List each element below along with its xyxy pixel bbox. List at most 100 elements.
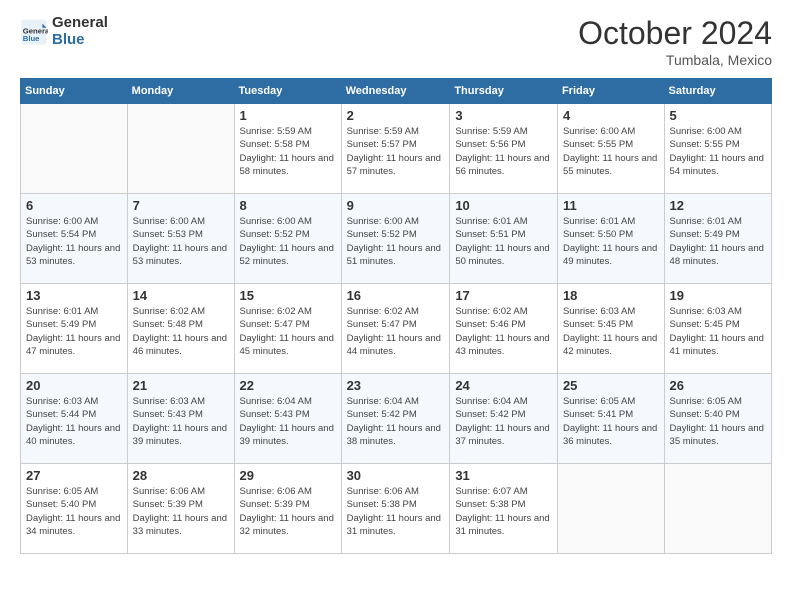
calendar-cell: 28 Sunrise: 6:06 AMSunset: 5:39 PMDayligh… (127, 464, 234, 554)
logo-line2: Blue (52, 32, 108, 49)
day-number: 19 (670, 288, 766, 303)
day-number: 3 (455, 108, 552, 123)
calendar-cell (664, 464, 771, 554)
day-number: 23 (347, 378, 445, 393)
day-info: Sunrise: 6:06 AMSunset: 5:39 PMDaylight:… (133, 485, 229, 538)
day-info: Sunrise: 6:06 AMSunset: 5:39 PMDaylight:… (240, 485, 336, 538)
title-area: October 2024 Tumbala, Mexico (578, 15, 772, 68)
day-number: 2 (347, 108, 445, 123)
logo-icon: General Blue (20, 18, 48, 46)
calendar-cell: 22 Sunrise: 6:04 AMSunset: 5:43 PMDayligh… (234, 374, 341, 464)
calendar-cell: 7 Sunrise: 6:00 AMSunset: 5:53 PMDaylight… (127, 194, 234, 284)
calendar-cell: 27 Sunrise: 6:05 AMSunset: 5:40 PMDayligh… (21, 464, 128, 554)
day-number: 11 (563, 198, 659, 213)
day-number: 22 (240, 378, 336, 393)
calendar-cell: 2Sunrise: 5:59 AMSunset: 5:57 PMDaylight… (341, 104, 450, 194)
calendar-body: 1Sunrise: 5:59 AMSunset: 5:58 PMDaylight… (21, 104, 772, 554)
calendar-header: SundayMondayTuesdayWednesdayThursdayFrid… (21, 79, 772, 104)
calendar-cell: 6Sunrise: 6:00 AMSunset: 5:54 PMDaylight… (21, 194, 128, 284)
day-number: 17 (455, 288, 552, 303)
day-info: Sunrise: 6:04 AMSunset: 5:42 PMDaylight:… (455, 395, 552, 448)
day-info: Sunrise: 6:06 AMSunset: 5:38 PMDaylight:… (347, 485, 445, 538)
logo: General Blue General Blue (20, 15, 108, 48)
header: General Blue General Blue October 2024 T… (20, 15, 772, 68)
calendar-cell: 3 Sunrise: 5:59 AMSunset: 5:56 PMDaylight… (450, 104, 558, 194)
day-number: 15 (240, 288, 336, 303)
day-info: Sunrise: 6:02 AMSunset: 5:47 PMDaylight:… (240, 305, 336, 358)
week-row-3: 20Sunrise: 6:03 AMSunset: 5:44 PMDayligh… (21, 374, 772, 464)
day-info: Sunrise: 6:04 AMSunset: 5:43 PMDaylight:… (240, 395, 336, 448)
day-info: Sunrise: 6:03 AMSunset: 5:44 PMDaylight:… (26, 395, 122, 448)
header-cell-sunday: Sunday (21, 79, 128, 104)
calendar-cell: 8 Sunrise: 6:00 AMSunset: 5:52 PMDaylight… (234, 194, 341, 284)
day-info: Sunrise: 6:00 AMSunset: 5:55 PMDaylight:… (670, 125, 766, 178)
day-info: Sunrise: 6:03 AMSunset: 5:45 PMDaylight:… (670, 305, 766, 358)
day-info: Sunrise: 6:05 AMSunset: 5:40 PMDaylight:… (26, 485, 122, 538)
day-number: 26 (670, 378, 766, 393)
calendar-cell: 15 Sunrise: 6:02 AMSunset: 5:47 PMDayligh… (234, 284, 341, 374)
week-row-1: 6Sunrise: 6:00 AMSunset: 5:54 PMDaylight… (21, 194, 772, 284)
calendar-cell: 29 Sunrise: 6:06 AMSunset: 5:39 PMDayligh… (234, 464, 341, 554)
header-cell-wednesday: Wednesday (341, 79, 450, 104)
day-number: 12 (670, 198, 766, 213)
day-number: 16 (347, 288, 445, 303)
day-number: 7 (133, 198, 229, 213)
day-info: Sunrise: 6:00 AMSunset: 5:55 PMDaylight:… (563, 125, 659, 178)
calendar-cell: 16 Sunrise: 6:02 AMSunset: 5:47 PMDayligh… (341, 284, 450, 374)
calendar-cell: 20Sunrise: 6:03 AMSunset: 5:44 PMDayligh… (21, 374, 128, 464)
day-number: 9 (347, 198, 445, 213)
calendar-cell (127, 104, 234, 194)
day-number: 4 (563, 108, 659, 123)
day-info: Sunrise: 6:00 AMSunset: 5:52 PMDaylight:… (347, 215, 445, 268)
calendar-cell: 1Sunrise: 5:59 AMSunset: 5:58 PMDaylight… (234, 104, 341, 194)
day-info: Sunrise: 6:02 AMSunset: 5:47 PMDaylight:… (347, 305, 445, 358)
day-number: 13 (26, 288, 122, 303)
calendar-cell: 9 Sunrise: 6:00 AMSunset: 5:52 PMDaylight… (341, 194, 450, 284)
calendar-cell: 10Sunrise: 6:01 AMSunset: 5:51 PMDayligh… (450, 194, 558, 284)
calendar-cell: 4 Sunrise: 6:00 AMSunset: 5:55 PMDaylight… (557, 104, 664, 194)
day-info: Sunrise: 5:59 AMSunset: 5:56 PMDaylight:… (455, 125, 552, 178)
day-info: Sunrise: 6:03 AMSunset: 5:45 PMDaylight:… (563, 305, 659, 358)
calendar-cell: 23 Sunrise: 6:04 AMSunset: 5:42 PMDayligh… (341, 374, 450, 464)
page: General Blue General Blue October 2024 T… (0, 0, 792, 612)
calendar-cell: 24 Sunrise: 6:04 AMSunset: 5:42 PMDayligh… (450, 374, 558, 464)
day-number: 1 (240, 108, 336, 123)
day-info: Sunrise: 6:02 AMSunset: 5:46 PMDaylight:… (455, 305, 552, 358)
header-cell-friday: Friday (557, 79, 664, 104)
calendar-cell: 30Sunrise: 6:06 AMSunset: 5:38 PMDayligh… (341, 464, 450, 554)
location-subtitle: Tumbala, Mexico (578, 52, 772, 68)
calendar-cell: 14 Sunrise: 6:02 AMSunset: 5:48 PMDayligh… (127, 284, 234, 374)
day-number: 25 (563, 378, 659, 393)
header-row: SundayMondayTuesdayWednesdayThursdayFrid… (21, 79, 772, 104)
day-info: Sunrise: 6:01 AMSunset: 5:50 PMDaylight:… (563, 215, 659, 268)
day-number: 5 (670, 108, 766, 123)
day-info: Sunrise: 6:01 AMSunset: 5:51 PMDaylight:… (455, 215, 552, 268)
month-title: October 2024 (578, 15, 772, 52)
calendar-cell (21, 104, 128, 194)
day-number: 29 (240, 468, 336, 483)
day-info: Sunrise: 6:00 AMSunset: 5:53 PMDaylight:… (133, 215, 229, 268)
day-info: Sunrise: 6:05 AMSunset: 5:40 PMDaylight:… (670, 395, 766, 448)
day-info: Sunrise: 6:01 AMSunset: 5:49 PMDaylight:… (670, 215, 766, 268)
calendar-cell: 26 Sunrise: 6:05 AMSunset: 5:40 PMDayligh… (664, 374, 771, 464)
logo-line1: General (52, 15, 108, 32)
header-cell-thursday: Thursday (450, 79, 558, 104)
calendar-cell: 13Sunrise: 6:01 AMSunset: 5:49 PMDayligh… (21, 284, 128, 374)
day-number: 24 (455, 378, 552, 393)
calendar-cell (557, 464, 664, 554)
day-info: Sunrise: 6:00 AMSunset: 5:52 PMDaylight:… (240, 215, 336, 268)
calendar-cell: 17 Sunrise: 6:02 AMSunset: 5:46 PMDayligh… (450, 284, 558, 374)
day-number: 8 (240, 198, 336, 213)
day-number: 14 (133, 288, 229, 303)
day-info: Sunrise: 6:00 AMSunset: 5:54 PMDaylight:… (26, 215, 122, 268)
day-info: Sunrise: 6:05 AMSunset: 5:41 PMDaylight:… (563, 395, 659, 448)
day-info: Sunrise: 6:02 AMSunset: 5:48 PMDaylight:… (133, 305, 229, 358)
day-info: Sunrise: 6:04 AMSunset: 5:42 PMDaylight:… (347, 395, 445, 448)
calendar-cell: 11 Sunrise: 6:01 AMSunset: 5:50 PMDayligh… (557, 194, 664, 284)
calendar-cell: 31Sunrise: 6:07 AMSunset: 5:38 PMDayligh… (450, 464, 558, 554)
day-number: 27 (26, 468, 122, 483)
day-number: 28 (133, 468, 229, 483)
calendar-cell: 25 Sunrise: 6:05 AMSunset: 5:41 PMDayligh… (557, 374, 664, 464)
calendar-cell: 19 Sunrise: 6:03 AMSunset: 5:45 PMDayligh… (664, 284, 771, 374)
week-row-0: 1Sunrise: 5:59 AMSunset: 5:58 PMDaylight… (21, 104, 772, 194)
